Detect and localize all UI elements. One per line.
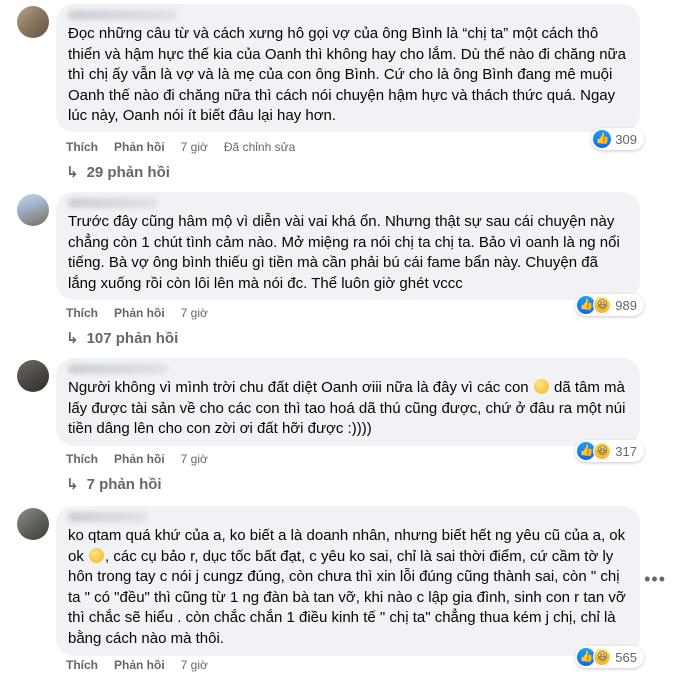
reaction-summary[interactable]: 👍 😆 317: [575, 440, 644, 462]
reply-arrow-icon: ↳: [66, 476, 79, 493]
reply-button[interactable]: Phản hồi: [114, 306, 165, 320]
comment-bubble: ko qtam quá khứ của a, ko biết a là doan…: [56, 506, 640, 656]
comment-actions: Thích Phản hồi 7 giờ: [66, 658, 208, 672]
comment-actions: Thích Phản hồi 7 giờ Đã chỉnh sửa: [66, 140, 295, 154]
avatar[interactable]: [17, 6, 49, 38]
timestamp[interactable]: 7 giờ: [181, 140, 208, 154]
reply-arrow-icon: ↳: [66, 164, 79, 181]
author-name-blurred[interactable]: [68, 198, 158, 208]
reaction-count: 565: [615, 649, 637, 665]
comment-actions: Thích Phản hồi 7 giờ: [66, 452, 208, 466]
comment-text: ko qtam quá khứ của a, ko biết a là doan…: [68, 526, 628, 649]
comment-text-part: , các cụ bảo r, dục tốc bất đạt, c yêu k…: [68, 547, 630, 647]
avatar[interactable]: [17, 360, 49, 392]
haha-icon: 😆: [593, 442, 612, 460]
reaction-summary[interactable]: 👍 😆 989: [575, 294, 644, 316]
edited-label: Đã chỉnh sửa: [223, 140, 296, 154]
replies-count: 107 phản hồi: [86, 329, 179, 347]
comment-text: Trước đây cũng hâm mộ vì diễn vài vai kh…: [68, 213, 625, 292]
author-name-blurred[interactable]: [68, 512, 148, 522]
like-button[interactable]: Thích: [66, 306, 98, 320]
comments-feed: Đọc những câu từ và cách xưng hô gọi vợ …: [0, 0, 682, 676]
comment-text: Người không vì mình trời chu đất diệt Oa…: [68, 378, 628, 440]
comment-text-part: Người không vì mình trời chu đất diệt Oa…: [68, 379, 533, 396]
reaction-count: 989: [615, 297, 637, 313]
reply-button[interactable]: Phản hồi: [114, 658, 165, 672]
author-name-blurred[interactable]: [68, 364, 168, 374]
reply-button[interactable]: Phản hồi: [114, 140, 165, 154]
like-button[interactable]: Thích: [66, 452, 98, 466]
view-replies-link[interactable]: ↳ 107 phản hồi: [66, 329, 179, 348]
author-name-blurred[interactable]: [68, 10, 178, 20]
haha-icon: 😆: [593, 648, 612, 666]
haha-icon: 😆: [593, 296, 612, 314]
replies-count: 7 phản hồi: [86, 475, 162, 493]
comment-bubble: Người không vì mình trời chu đất diệt Oa…: [56, 358, 640, 446]
reaction-count: 317: [615, 443, 637, 459]
like-icon: 👍: [593, 130, 612, 148]
smile-emoji-icon: [533, 379, 549, 394]
comment-actions: Thích Phản hồi 7 giờ: [66, 306, 208, 320]
reaction-summary[interactable]: 👍 😆 565: [575, 646, 644, 668]
timestamp[interactable]: 7 giờ: [181, 306, 208, 320]
comment-bubble: Đọc những câu từ và cách xưng hô gọi vợ …: [56, 4, 640, 132]
reaction-summary[interactable]: 👍 309: [591, 128, 644, 150]
comment-bubble: Trước đây cũng hâm mộ vì diễn vài vai kh…: [56, 192, 640, 300]
reply-button[interactable]: Phản hồi: [114, 452, 165, 466]
laughing-emoji-icon: [89, 547, 105, 563]
replies-count: 29 phản hồi: [86, 163, 170, 181]
more-options-icon[interactable]: •••: [644, 570, 666, 588]
timestamp[interactable]: 7 giờ: [181, 658, 208, 672]
timestamp[interactable]: 7 giờ: [181, 452, 208, 466]
like-button[interactable]: Thích: [66, 658, 98, 672]
comment-text: Đọc những câu từ và cách xưng hô gọi vợ …: [68, 25, 631, 124]
avatar[interactable]: [17, 194, 49, 226]
reaction-count: 309: [615, 131, 637, 147]
reply-arrow-icon: ↳: [66, 330, 79, 347]
view-replies-link[interactable]: ↳ 7 phản hồi: [66, 475, 162, 494]
avatar[interactable]: [17, 508, 49, 540]
like-button[interactable]: Thích: [66, 140, 98, 154]
view-replies-link[interactable]: ↳ 29 phản hồi: [66, 163, 170, 182]
